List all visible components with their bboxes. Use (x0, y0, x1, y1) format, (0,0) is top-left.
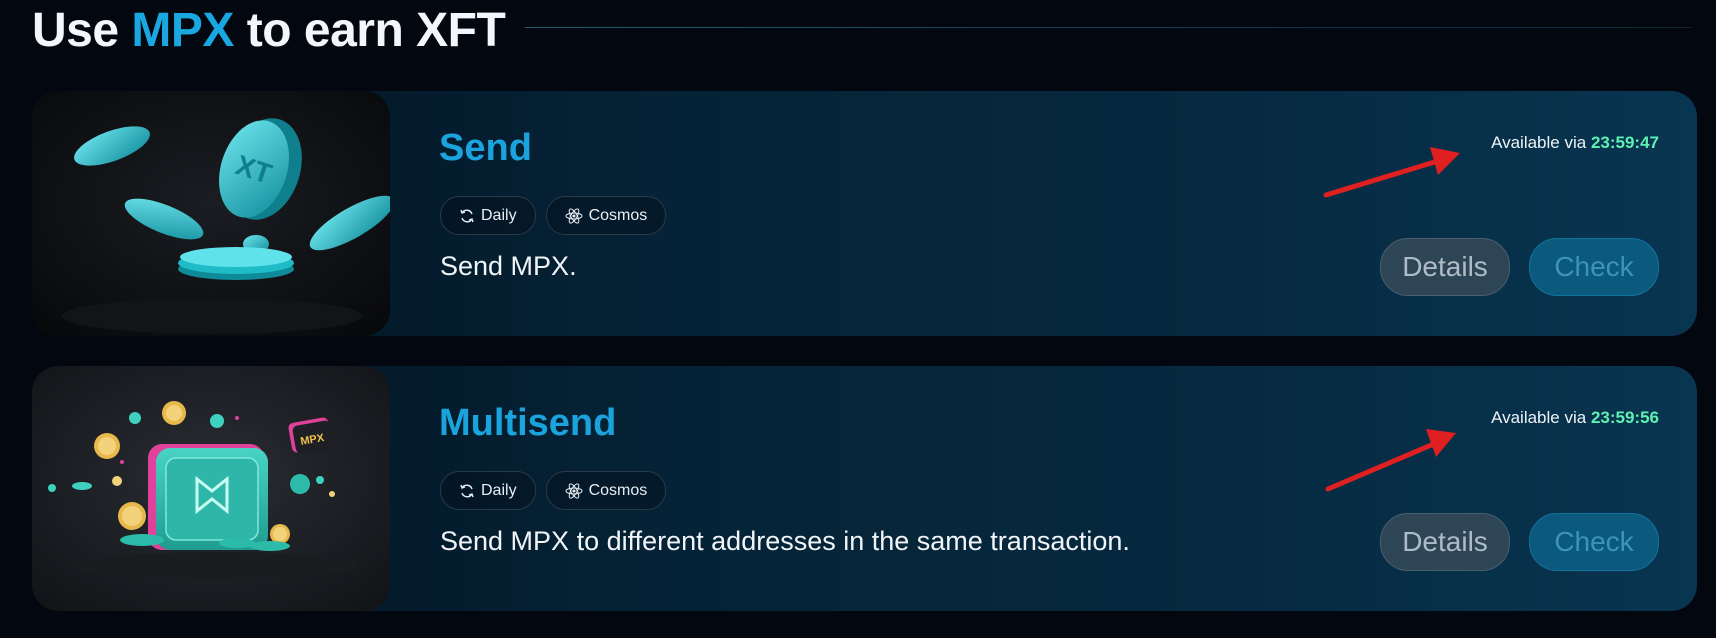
tag-label: Daily (481, 481, 517, 499)
title-divider (525, 26, 1692, 28)
check-button[interactable]: Check (1529, 238, 1659, 296)
task-thumbnail-coins: XT (32, 91, 390, 336)
availability-timer: 23:59:56 (1590, 408, 1659, 427)
availability-status: Available via 23:59:47 (1491, 133, 1659, 153)
cosmos-icon (565, 207, 583, 225)
tag-cosmos: Cosmos (545, 471, 667, 510)
tag-label: Cosmos (588, 481, 648, 499)
check-button[interactable]: Check (1529, 513, 1659, 571)
task-title: Send (439, 127, 532, 169)
task-card-multisend: MPX Multisend Daily Cosmos Send MPX to d… (32, 366, 1697, 611)
task-description: Send MPX. (440, 251, 577, 281)
availability-status: Available via 23:59:56 (1491, 408, 1659, 428)
task-title: Multisend (439, 402, 617, 444)
task-card-send: XT Send Daily Cosmos Send MPX. Available… (32, 91, 1697, 336)
tag-label: Daily (481, 206, 517, 224)
cosmos-icon (565, 482, 583, 500)
task-thumbnail-wallet: MPX (32, 366, 390, 611)
task-tags: Daily Cosmos (440, 196, 667, 235)
availability-timer: 23:59:47 (1590, 133, 1659, 152)
title-accent: MPX (131, 3, 234, 57)
section-title: Use MPX to earn XFT (32, 3, 506, 58)
availability-label: Available via (1491, 133, 1587, 152)
task-description: Send MPX to different addresses in the s… (440, 526, 1130, 556)
refresh-icon (459, 483, 475, 499)
details-button[interactable]: Details (1380, 513, 1510, 571)
tag-label: Cosmos (588, 206, 648, 224)
task-tags: Daily Cosmos (440, 471, 667, 510)
title-prefix: Use (32, 3, 132, 57)
tag-cosmos: Cosmos (545, 196, 667, 235)
section-header: Use MPX to earn XFT (32, 0, 1692, 62)
title-suffix: to earn XFT (233, 3, 506, 57)
tag-daily: Daily (440, 196, 536, 235)
tag-daily: Daily (440, 471, 536, 510)
details-button[interactable]: Details (1380, 238, 1510, 296)
refresh-icon (459, 208, 475, 224)
availability-label: Available via (1491, 408, 1587, 427)
